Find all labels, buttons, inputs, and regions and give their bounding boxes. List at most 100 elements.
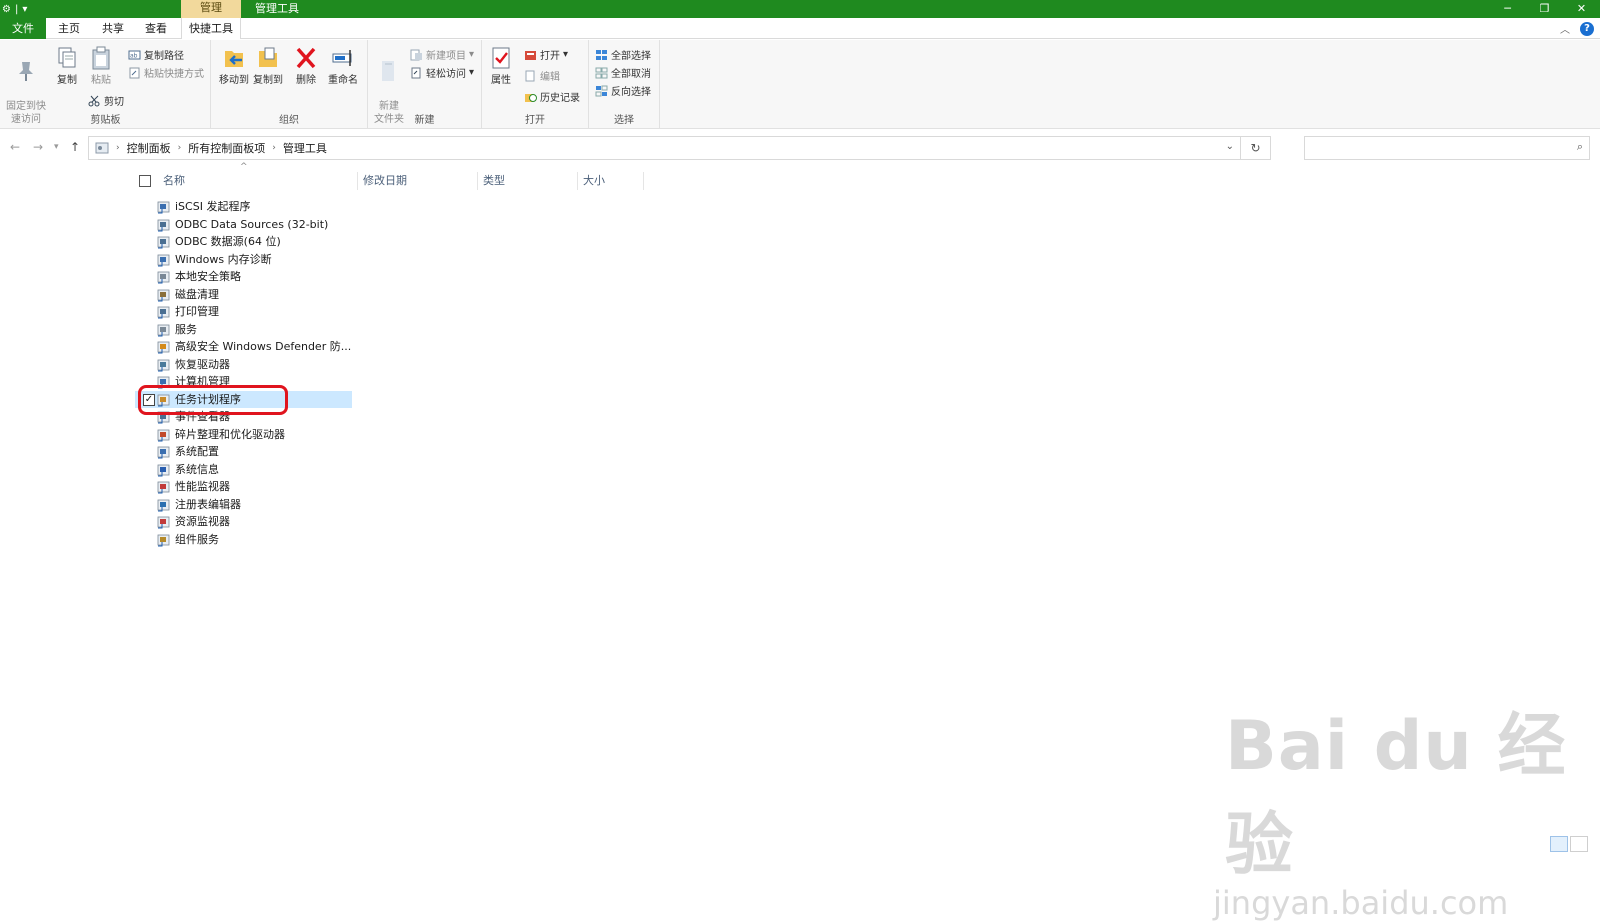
file-row[interactable]: 计算机管理 [135,373,352,391]
tab-view[interactable]: 查看 [136,18,176,39]
file-row[interactable]: 碎片整理和优化驱动器 [135,426,352,444]
file-row[interactable]: 资源监视器 [135,513,352,531]
forward-arrow-icon[interactable]: → [33,140,43,154]
recent-locations-icon[interactable]: ▾ [54,142,59,152]
address-dropdown-icon[interactable]: ⌄ [1226,141,1234,152]
file-row[interactable]: 组件服务 [135,531,352,549]
new-item-button[interactable]: 新建项目 ▾ [410,47,474,62]
copy-to-folder-icon [256,45,280,71]
open-group-label: 打开 [482,111,588,126]
file-name: 本地安全策略 [175,268,241,285]
invert-selection-button[interactable]: 反向选择 [595,83,651,98]
column-modified[interactable]: 修改日期 [363,168,407,194]
breadcrumb-separator-icon: › [178,143,182,153]
copy-button[interactable]: 复制 [52,45,82,87]
search-box[interactable]: ⌕ [1304,136,1590,160]
copy-path-button[interactable]: ab 复制路径 [128,47,184,62]
file-row[interactable]: 系统配置 [135,443,352,461]
large-icons-view-icon[interactable] [1570,836,1588,852]
column-divider[interactable] [477,172,478,190]
copy-to-button[interactable]: 复制到 [251,45,285,87]
file-name: 系统配置 [175,443,219,460]
select-all-checkbox[interactable] [139,175,151,187]
properties-button[interactable]: 属性 [486,45,516,87]
column-name[interactable]: 名称 [163,168,185,194]
breadcrumb-all-items[interactable]: 所有控制面板项 [188,140,265,156]
qat-dropdown-icon[interactable]: ▾ [22,4,27,15]
file-row[interactable]: 高级安全 Windows Defender 防... [135,338,352,356]
file-row[interactable]: 恢复驱动器 [135,356,352,374]
file-row[interactable]: ODBC Data Sources (32-bit) [135,216,352,234]
easy-access-button[interactable]: 轻松访问 ▾ [410,65,474,80]
move-to-button[interactable]: 移动到 [217,45,251,87]
breadcrumb-control-panel[interactable]: 控制面板 [127,140,171,156]
column-divider[interactable] [357,172,358,190]
file-name: 任务计划程序 [175,391,241,408]
new-group: 新建 文件夹 新建项目 ▾ 轻松访问 ▾ 新建 [368,40,482,129]
help-icon[interactable]: ? [1580,22,1594,36]
cut-button[interactable]: 剪切 [88,93,124,108]
file-row[interactable]: 注册表编辑器 [135,496,352,514]
baidu-watermark: Bai du 经验 jingyan.baidu.com [1225,690,1600,922]
new-item-icon [410,49,423,61]
back-arrow-icon[interactable]: ← [10,140,20,154]
file-row[interactable]: 事件查看器 [135,408,352,426]
close-button[interactable]: ✕ [1563,0,1600,18]
context-tab-header: 管理 [181,0,241,18]
file-row[interactable]: Windows 内存诊断 [135,251,352,269]
minimize-button[interactable]: ─ [1489,0,1526,18]
file-row[interactable]: 磁盘清理 [135,286,352,304]
column-divider[interactable] [643,172,644,190]
select-none-button[interactable]: 全部取消 [595,65,651,80]
control-panel-icon [95,141,109,155]
file-row[interactable]: iSCSI 发起程序 [135,198,352,216]
file-row[interactable]: 系统信息 [135,461,352,479]
details-view-icon[interactable] [1550,836,1568,852]
column-type[interactable]: 类型 [483,168,505,194]
address-bar[interactable]: › 控制面板 › 所有控制面板项 › 管理工具 ⌄ ↻ [88,136,1271,160]
select-none-icon [595,67,608,79]
tab-share[interactable]: 共享 [93,18,133,39]
navigation-bar: ← → ▾ ↑ › 控制面板 › 所有控制面板项 › 管理工具 ⌄ ↻ ⌕ [0,133,1600,163]
file-row[interactable]: 性能监视器 [135,478,352,496]
clipboard-icon [89,45,113,71]
file-name: 组件服务 [175,531,219,548]
refresh-icon[interactable]: ↻ [1240,137,1270,159]
tab-home[interactable]: 主页 [48,18,90,39]
tab-shortcut-tools[interactable]: 快捷工具 [181,18,241,39]
collapse-ribbon-icon[interactable]: ︿ [1560,21,1570,36]
shortcut-icon [157,235,171,249]
clipboard-group: 固定到快 速访问 复制 粘贴 ab 复制路径 粘贴快捷方式 剪切 剪贴板 [0,40,211,129]
rename-button[interactable]: 重命名 [325,45,361,87]
history-button[interactable]: 历史记录 [524,89,580,104]
column-divider[interactable] [577,172,578,190]
file-row[interactable]: ✓ 任务计划程序 [135,391,352,409]
window-title: 管理工具 [255,0,299,18]
shortcut-icon [157,480,171,494]
paste-shortcut-button[interactable]: 粘贴快捷方式 [128,65,204,80]
app-gear-icon[interactable]: ⚙ [2,4,11,15]
file-row[interactable]: ODBC 数据源(64 位) [135,233,352,251]
select-all-button[interactable]: 全部选择 [595,47,651,62]
file-row[interactable]: 打印管理 [135,303,352,321]
breadcrumb-admin-tools[interactable]: 管理工具 [283,140,327,156]
paste-button[interactable]: 粘贴 [86,45,116,87]
up-arrow-icon[interactable]: ↑ [70,140,80,154]
move-to-folder-icon [222,45,246,71]
open-button[interactable]: 打开 ▾ [524,47,568,62]
shortcut-icon [157,323,171,337]
file-row[interactable]: 本地安全策略 [135,268,352,286]
restore-button[interactable]: ❐ [1526,0,1563,18]
shortcut-icon [157,393,171,407]
view-toggle [1550,836,1588,852]
ribbon: 固定到快 速访问 复制 粘贴 ab 复制路径 粘贴快捷方式 剪切 剪贴板 移动到 [0,40,1600,129]
row-checkbox[interactable]: ✓ [143,394,155,406]
tab-file[interactable]: 文件 [0,18,46,39]
edit-button[interactable]: 编辑 [524,68,560,83]
delete-button[interactable]: 删除 [291,45,321,87]
column-size[interactable]: 大小 [583,168,605,194]
file-name: ODBC Data Sources (32-bit) [175,216,328,233]
select-all-icon [595,49,608,61]
file-name: 资源监视器 [175,513,230,530]
file-row[interactable]: 服务 [135,321,352,339]
